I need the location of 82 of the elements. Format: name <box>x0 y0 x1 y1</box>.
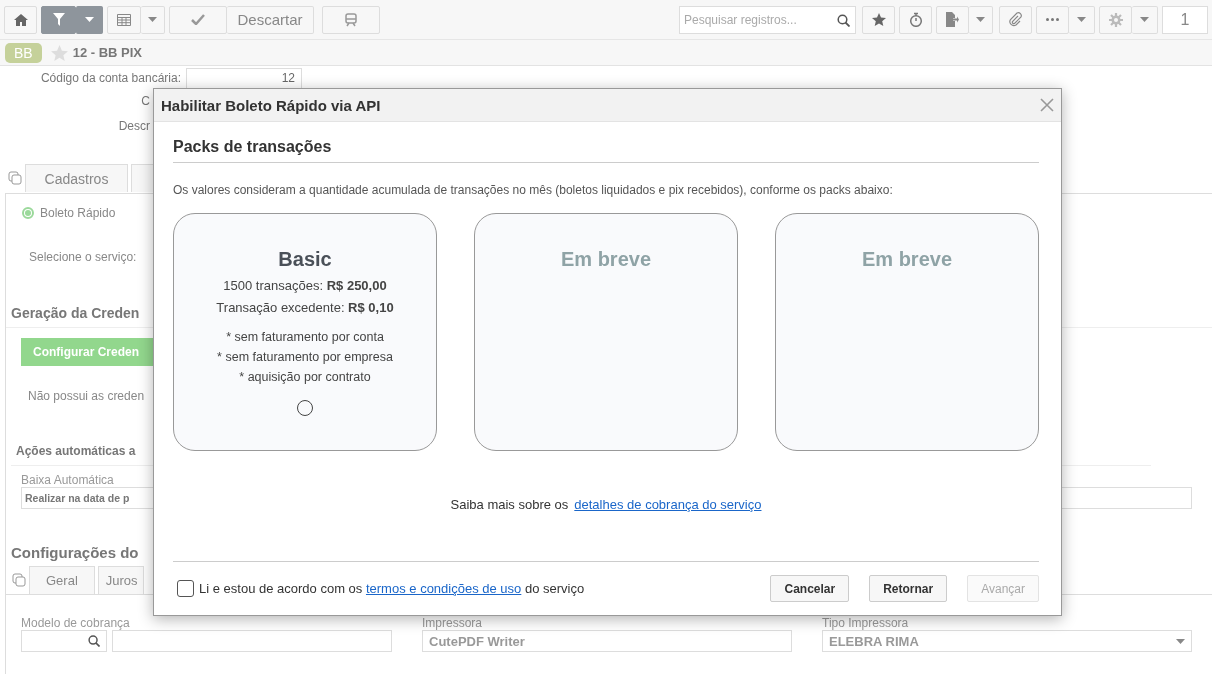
search-icon <box>88 635 100 647</box>
copy-icon[interactable] <box>8 171 22 185</box>
field-label: Tipo Impressora <box>822 616 910 630</box>
check-icon <box>191 14 205 25</box>
filter-button[interactable] <box>41 5 103 34</box>
section-heading: Geração da Creden <box>11 305 140 321</box>
home-icon <box>13 13 28 26</box>
star-icon <box>871 13 886 26</box>
info-text: Não possui as creden <box>28 389 145 403</box>
settings-icon <box>1108 12 1123 27</box>
text-field[interactable]: CutePDF Writer <box>422 630 792 652</box>
dropdown-button[interactable] <box>969 5 993 34</box>
settings-button[interactable] <box>1099 5 1132 34</box>
field-label: Modelo de cobrança <box>21 616 131 630</box>
caret-icon <box>84 17 94 22</box>
tab[interactable]: Cadastros <box>25 164 128 192</box>
field-label: C <box>140 93 150 108</box>
dialog-button[interactable]: Cancelar <box>770 575 850 602</box>
stopwatch-icon <box>908 12 923 27</box>
paperclip-icon <box>1008 12 1023 27</box>
close-icon[interactable] <box>1040 98 1054 112</box>
plan-title: Em breve <box>560 248 652 271</box>
copy-icon[interactable] <box>12 573 26 587</box>
terms-link[interactable]: termos e condições de uso <box>365 581 522 596</box>
timer-button[interactable] <box>899 5 932 34</box>
dropdown-button[interactable] <box>1132 5 1158 34</box>
more-button[interactable] <box>1036 5 1069 34</box>
record-counter: 1 <box>1162 5 1208 34</box>
info-text: Saiba mais sobre os <box>450 497 569 512</box>
home-button[interactable] <box>4 5 37 34</box>
section-heading: Ações automáticas a <box>16 444 136 458</box>
price-line: Transação excedente: R$ 0,10 <box>216 300 394 315</box>
section-title: Packs de transações <box>173 122 1039 163</box>
attachment-button[interactable] <box>999 5 1032 34</box>
caret-icon <box>1140 17 1149 22</box>
dropdown-button[interactable] <box>141 5 165 34</box>
search-icon <box>837 13 850 27</box>
grid-view-button[interactable] <box>107 5 141 34</box>
caret-icon <box>976 17 985 22</box>
plan-note: * sem faturamento por conta <box>226 330 384 344</box>
dialog-button[interactable]: Retornar <box>869 575 948 602</box>
star-icon[interactable] <box>50 44 68 61</box>
train-icon <box>345 12 357 27</box>
plan-title: Em breve <box>861 248 953 271</box>
price-line: 1500 transações: R$ 250,00 <box>223 278 387 293</box>
select-field[interactable]: ELEBRA RIMA <box>822 630 1192 652</box>
plan-note: * sem faturamento por empresa <box>217 350 393 364</box>
table-icon <box>117 13 131 26</box>
record-badge: BB <box>5 42 42 63</box>
filter-icon <box>52 13 65 26</box>
caret-icon <box>1176 638 1185 644</box>
section-heading: Configurações do <box>11 544 139 561</box>
caret-icon <box>148 17 157 22</box>
tab[interactable]: Juros <box>97 566 144 594</box>
dialog-title: Habilitar Boleto Rápido via API <box>161 96 381 114</box>
field-label: Impressora <box>422 616 484 630</box>
field-label: Selecione o serviço: <box>29 250 137 264</box>
tab[interactable]: Geral <box>29 566 95 594</box>
dropdown-button[interactable] <box>1069 5 1095 34</box>
discard-button[interactable]: Descartar <box>227 5 314 34</box>
plan-card[interactable]: Basic 1500 transações: R$ 250,00 Transação excedente: R$ 0,10 * sem faturamento por conta * sem faturamento por empresa * aquisição por contrato <box>173 213 437 451</box>
favorite-button[interactable] <box>862 5 895 34</box>
agreement-text: Li e estou de acordo com os termos e condições de uso do serviço <box>199 581 585 596</box>
field-label: Código da conta bancária: <box>39 71 182 85</box>
field-label: Descr <box>117 118 150 133</box>
plan-title: Basic <box>278 248 332 271</box>
caret-icon <box>1077 17 1086 22</box>
search-field[interactable] <box>21 630 107 652</box>
search-field[interactable]: Pesquisar registros... <box>679 5 856 34</box>
checkbox[interactable] <box>177 580 194 597</box>
field-label: Baixa Automática <box>21 473 115 487</box>
billing-link[interactable]: detalhes de cobrança do serviço <box>574 497 762 512</box>
more-icon <box>1046 18 1059 21</box>
record-title: 12 - BB PIX <box>72 45 143 60</box>
document-arrow-icon <box>946 12 959 27</box>
train-button[interactable] <box>322 5 380 34</box>
radio-label: Boleto Rápido <box>40 206 116 220</box>
text-field[interactable] <box>112 630 392 652</box>
plan-note: * aquisição por contrato <box>239 370 371 384</box>
confirm-button[interactable] <box>169 5 227 34</box>
intro-text: Os valores consideram a quantidade acumulada de transações no mês (boletos liquidados e pix recebidos), conforme os packs abaixo: <box>173 183 894 197</box>
export-button[interactable] <box>936 5 969 34</box>
